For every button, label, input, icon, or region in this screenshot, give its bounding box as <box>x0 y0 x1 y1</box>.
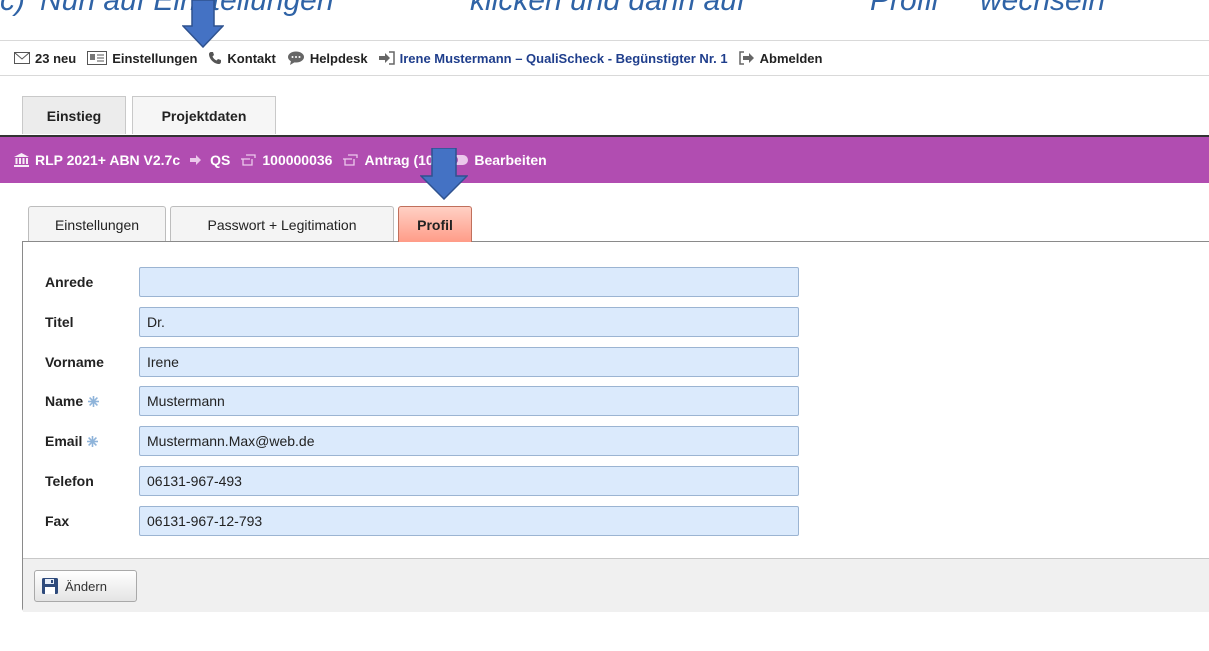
number-link[interactable]: 100000036 <box>240 152 332 168</box>
number-label: 100000036 <box>262 152 333 168</box>
contact-label: Kontakt <box>227 50 276 66</box>
bank-icon <box>14 153 29 167</box>
telefon-input[interactable] <box>139 466 799 496</box>
settings-link[interactable]: Einstellungen <box>87 51 197 66</box>
email-input[interactable] <box>139 426 799 456</box>
id-card-icon <box>87 51 108 65</box>
chat-bubble-icon <box>287 51 305 65</box>
user-label: Irene Mustermann – QualiScheck - Begünst… <box>399 50 728 66</box>
save-label: Ändern <box>65 578 107 594</box>
sign-in-icon <box>378 51 395 65</box>
tab-passwort-legitimation[interactable]: Passwort + Legitimation <box>170 206 394 242</box>
hand-pointer-icon <box>342 154 359 166</box>
logout-label: Abmelden <box>759 50 823 66</box>
messages-count: 23 neu <box>35 50 77 66</box>
vorname-label: Vorname <box>45 354 104 370</box>
settings-label: Einstellungen <box>112 50 198 66</box>
role-label: QS <box>210 152 231 168</box>
panel-footer: Ändern <box>23 558 1209 612</box>
tab-einstieg[interactable]: Einstieg <box>22 96 126 134</box>
phone-icon <box>208 51 222 65</box>
anrede-input[interactable] <box>139 267 799 297</box>
user-profile-link[interactable]: Irene Mustermann – QualiScheck - Begünst… <box>378 50 728 66</box>
program-label: RLP 2021+ ABN V2.7c <box>35 152 181 168</box>
envelope-icon <box>14 52 30 64</box>
sign-in-icon <box>190 154 204 166</box>
tab-einstellungen[interactable]: Einstellungen <box>28 206 166 242</box>
down-arrow-icon <box>420 148 468 200</box>
field-row-fax: Fax <box>23 505 823 537</box>
main-tabs: Einstieg Projektdaten <box>22 96 276 135</box>
helpdesk-link[interactable]: Helpdesk <box>287 51 368 66</box>
field-row-anrede: Anrede <box>23 266 823 298</box>
helpdesk-label: Helpdesk <box>309 50 368 66</box>
tab-projektdaten[interactable]: Projektdaten <box>132 96 276 134</box>
messages-link[interactable]: 23 neu <box>14 51 76 66</box>
field-row-email: Email <box>23 425 823 457</box>
asterisk-icon <box>88 395 100 407</box>
fax-label: Fax <box>45 513 70 529</box>
field-row-vorname: Vorname <box>23 346 823 378</box>
floppy-disk-icon <box>41 577 59 595</box>
vorname-input[interactable] <box>139 347 799 377</box>
caption-part-5: wechseln <box>980 0 1106 17</box>
field-row-telefon: Telefon <box>23 465 823 497</box>
caption-part-4: Profil <box>870 0 939 17</box>
titel-label: Titel <box>45 314 74 330</box>
save-button[interactable]: Ändern <box>34 570 137 602</box>
email-label: Email <box>45 425 99 457</box>
name-label: Name <box>45 385 100 417</box>
asterisk-icon <box>87 435 99 447</box>
fax-input[interactable] <box>139 506 799 536</box>
context-bar: RLP 2021+ ABN V2.7c QS 100000036 Antrag … <box>0 135 1209 183</box>
profile-panel: Anrede Titel Vorname Name Email Telefon … <box>22 241 1209 612</box>
down-arrow-icon <box>182 0 224 48</box>
program-link[interactable]: RLP 2021+ ABN V2.7c <box>14 152 180 168</box>
mode-label: Bearbeiten <box>474 152 547 168</box>
field-row-name: Name <box>23 385 823 417</box>
contact-link[interactable]: Kontakt <box>208 50 276 66</box>
logout-link[interactable]: Abmelden <box>738 50 823 66</box>
hand-pointer-icon <box>240 154 257 166</box>
name-input[interactable] <box>139 386 799 416</box>
anrede-label: Anrede <box>45 274 94 290</box>
caption-part-1: c) <box>0 0 25 17</box>
tab-profil[interactable]: Profil <box>398 206 472 242</box>
settings-sub-tabs: Einstellungen Passwort + Legitimation Pr… <box>28 206 472 242</box>
titel-input[interactable] <box>139 307 799 337</box>
field-row-titel: Titel <box>23 306 823 338</box>
sign-out-icon <box>738 51 755 65</box>
telefon-label: Telefon <box>45 473 94 489</box>
role-link[interactable]: QS <box>190 152 230 168</box>
caption-part-3: klicken und dann auf <box>470 0 746 17</box>
